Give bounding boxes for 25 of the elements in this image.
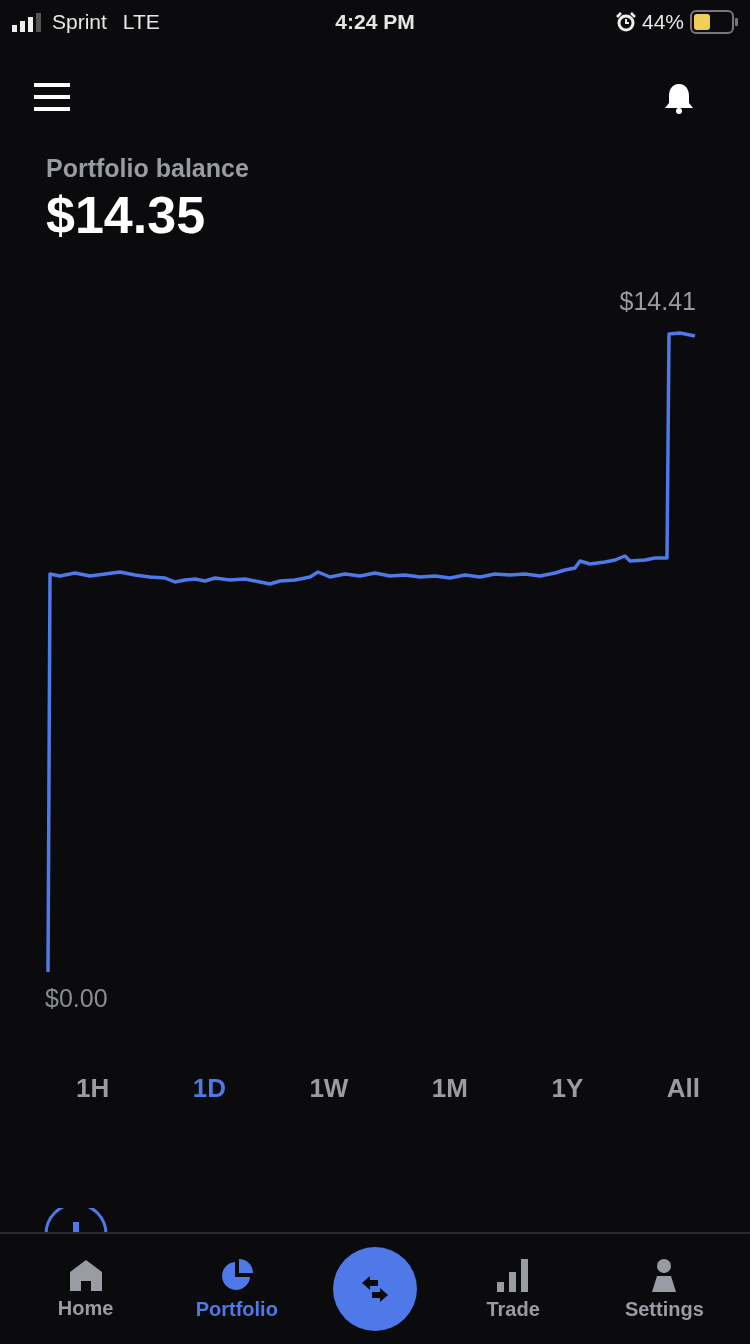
high-value-label: $14.41: [619, 287, 696, 316]
balance-amount: $14.35: [45, 185, 206, 245]
bell-icon[interactable]: [664, 82, 694, 114]
time-range-tab[interactable]: 1Y: [549, 1069, 586, 1108]
time-range-tab[interactable]: 1H: [74, 1069, 112, 1108]
battery-icon: [690, 10, 738, 34]
home-icon: [68, 1258, 103, 1291]
low-value-label: $0.00: [45, 984, 108, 1013]
pie-chart-icon: [219, 1257, 254, 1292]
alarm-icon: [615, 12, 636, 32]
nav-tab[interactable]: Settings: [609, 1256, 720, 1322]
time-range-tab[interactable]: 1W: [307, 1069, 351, 1108]
nav-tab[interactable]: Trade: [458, 1256, 569, 1322]
balance-label: Portfolio balance: [46, 154, 249, 182]
network-type: LTE: [122, 10, 160, 34]
nav-tab[interactable]: Home: [30, 1257, 141, 1321]
clock-time: 4:24 PM: [335, 10, 415, 34]
carrier-name: Sprint: [52, 10, 107, 34]
bar-chart-icon: [496, 1257, 531, 1292]
time-range-tab[interactable]: 1M: [429, 1069, 470, 1108]
battery-percent: 44%: [641, 10, 684, 34]
time-range-tab[interactable]: 1D: [190, 1069, 228, 1108]
signal-icon: [12, 12, 44, 32]
nav-tab[interactable]: Portfolio: [181, 1256, 292, 1322]
time-range-tab[interactable]: All: [664, 1069, 702, 1108]
